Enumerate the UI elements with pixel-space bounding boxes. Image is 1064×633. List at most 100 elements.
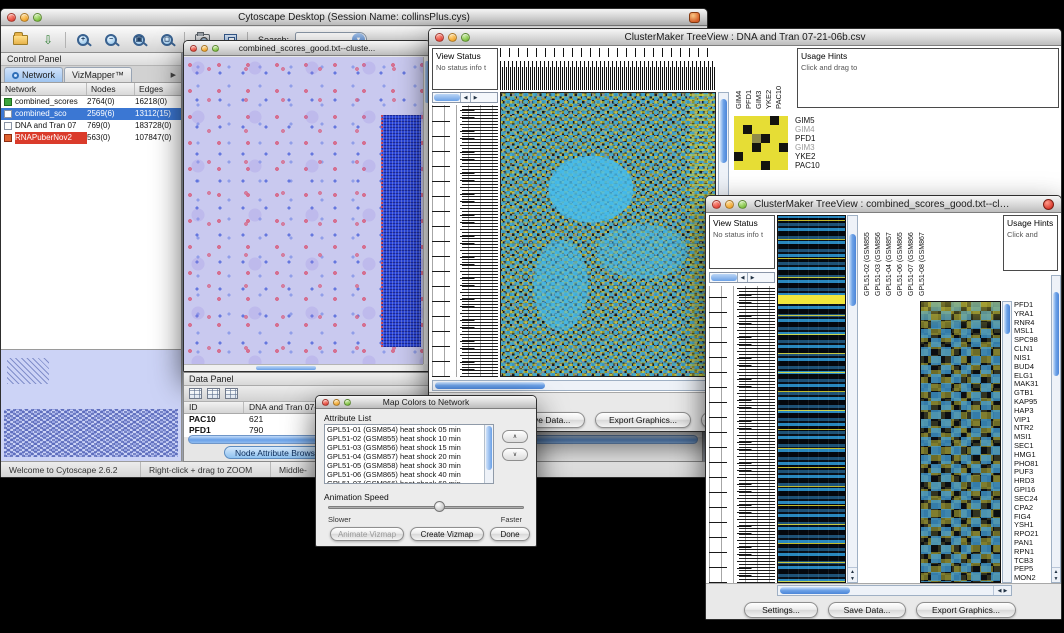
animation-speed-slider[interactable] xyxy=(328,500,524,514)
global-heatmap[interactable] xyxy=(777,215,846,583)
tab-network[interactable]: Network xyxy=(4,67,63,82)
minimize-button[interactable] xyxy=(333,399,340,406)
scroll-right-button[interactable]: ▶ xyxy=(470,93,480,102)
tab-overflow-button[interactable]: ▶ xyxy=(171,71,179,82)
scroll-right-button[interactable]: ▶ xyxy=(747,273,757,282)
gene-dendrogram[interactable] xyxy=(432,105,498,377)
outer-vscrollbar[interactable]: ▲▼ xyxy=(1051,275,1061,583)
scrollbar-thumb[interactable] xyxy=(256,366,316,370)
scrollbar-thumb[interactable] xyxy=(849,234,856,306)
scroll-left-icon[interactable]: ◀ xyxy=(998,588,1002,594)
zoom-selected-button[interactable]: ▣ xyxy=(128,30,150,50)
scrollbar-thumb[interactable] xyxy=(711,274,737,281)
minimize-button[interactable] xyxy=(725,200,734,209)
column-label: GIM3 xyxy=(754,91,764,109)
overview-nav-scrollbar[interactable]: ◀ ▶ xyxy=(709,272,775,283)
export-graphics-button[interactable]: Export Graphics... xyxy=(595,412,691,428)
maximize-button[interactable] xyxy=(33,13,42,22)
maximize-button[interactable] xyxy=(738,200,747,209)
heatmap-hscrollbar[interactable]: ◀▶ xyxy=(432,380,729,391)
export-graphics-button[interactable]: Export Graphics... xyxy=(916,602,1016,618)
minimize-button[interactable] xyxy=(448,33,457,42)
minimize-button[interactable] xyxy=(20,13,29,22)
attribute-item[interactable]: GPL51-05 (GSM858) heat shock 30 min xyxy=(325,461,484,470)
open-session-button[interactable] xyxy=(9,30,31,50)
scrollbar-thumb[interactable] xyxy=(435,382,545,389)
zoom-heatmap[interactable] xyxy=(920,301,1001,583)
done-button[interactable]: Done xyxy=(490,527,530,541)
scroll-down-icon[interactable]: ▼ xyxy=(1054,576,1059,582)
network-list-row[interactable]: combined_sco 2569(6) 13112(15) xyxy=(1,108,181,120)
dialog-title-bar[interactable]: Map Colors to Network xyxy=(316,396,536,409)
zoom-in-button[interactable]: + xyxy=(72,30,94,50)
canvas-hscrollbar[interactable] xyxy=(184,364,423,371)
network-view-title-bar[interactable]: combined_scores_good.txt--cluste... xyxy=(184,41,430,56)
delete-attribute-icon[interactable] xyxy=(225,388,238,399)
select-attributes-icon[interactable] xyxy=(189,388,202,399)
scrollbar-thumb[interactable] xyxy=(720,99,727,163)
scrollbar-thumb[interactable] xyxy=(486,426,492,470)
zoom-selected-icon: ▣ xyxy=(133,34,145,46)
scroll-left-button[interactable]: ◀ xyxy=(460,93,470,102)
scrollbar-thumb[interactable] xyxy=(434,94,460,101)
array-dendrogram[interactable] xyxy=(500,48,716,90)
zoom-vscrollbar[interactable] xyxy=(1002,301,1012,583)
toolbar-separator xyxy=(65,32,66,48)
create-vizmap-button[interactable]: Create Vizmap xyxy=(410,527,484,541)
maximize-button[interactable] xyxy=(461,33,470,42)
scrollbar-thumb[interactable] xyxy=(780,587,850,594)
network-canvas[interactable] xyxy=(184,57,423,364)
scroll-left-button[interactable]: ◀ xyxy=(737,273,747,282)
main-title-bar[interactable]: Cytoscape Desktop (Session Name: collins… xyxy=(1,9,707,26)
import-network-button[interactable]: ⇩ xyxy=(37,30,59,50)
dialog-title: Map Colors to Network xyxy=(346,397,506,407)
zoom-heatmap[interactable] xyxy=(734,116,788,170)
scrollbar-thumb[interactable] xyxy=(1053,292,1059,376)
close-button[interactable] xyxy=(190,45,197,52)
maximize-button[interactable] xyxy=(212,45,219,52)
attribute-item[interactable]: GPL51-07 (GSM866) heat shock 60 min xyxy=(325,479,484,483)
global-vscrollbar[interactable]: ▲▼ xyxy=(847,215,858,583)
network-table-header: Network Nodes Edges xyxy=(1,83,181,96)
create-attribute-icon[interactable] xyxy=(207,388,220,399)
zoom-hscrollbar[interactable]: ◀▶ xyxy=(777,585,1012,596)
close-button[interactable] xyxy=(322,399,329,406)
treeview-title-bar[interactable]: ClusterMaker TreeView : DNA and Tran 07-… xyxy=(429,29,1061,46)
attribute-item[interactable]: GPL51-04 (GSM857) heat shock 20 min xyxy=(325,452,484,461)
close-button[interactable] xyxy=(7,13,16,22)
zoom-out-button[interactable]: − xyxy=(100,30,122,50)
scroll-down-icon[interactable]: ▼ xyxy=(850,576,855,582)
attribute-item[interactable]: GPL51-03 (GSM856) heat shock 15 min xyxy=(325,443,484,452)
network-list-row[interactable]: DNA and Tran 07 769(0) 183728(0) xyxy=(1,120,181,132)
attribute-item[interactable]: GPL51-01 (GSM854) heat shock 05 min xyxy=(325,425,484,434)
move-down-button[interactable]: ∨ xyxy=(502,448,528,461)
zoom-column-labels: GIM5GIM4PFD1GIM3YKE2PAC10 xyxy=(732,48,794,110)
attribute-item[interactable]: GPL51-06 (GSM865) heat shock 40 min xyxy=(325,470,484,479)
treeview-title-bar[interactable]: ClusterMaker TreeView : combined_scores_… xyxy=(706,196,1061,213)
close-button[interactable] xyxy=(435,33,444,42)
zoom-fit-button[interactable]: ◻ xyxy=(156,30,178,50)
save-data-button[interactable]: Save Data... xyxy=(828,602,906,618)
global-heatmap[interactable] xyxy=(500,92,716,377)
network-list-row[interactable]: combined_scores 2764(0) 16218(0) xyxy=(1,96,181,108)
slider-track[interactable] xyxy=(328,506,524,509)
move-up-button[interactable]: ∧ xyxy=(502,430,528,443)
row-id: PAC10 xyxy=(184,414,244,425)
close-button[interactable] xyxy=(712,200,721,209)
network-list-row[interactable]: RNAPuberNov2 563(0) 107847(0) xyxy=(1,132,181,144)
scrollbar-thumb[interactable] xyxy=(1004,304,1010,334)
scroll-right-icon[interactable]: ▶ xyxy=(1004,588,1008,594)
settings-button[interactable]: Settings... xyxy=(744,602,818,618)
attribute-item[interactable]: GPL51-02 (GSM855) heat shock 10 min xyxy=(325,434,484,443)
minimize-button[interactable] xyxy=(201,45,208,52)
gene-label: PFD1 xyxy=(795,134,837,143)
network-overview-panel[interactable] xyxy=(1,349,181,461)
scroll-up-icon[interactable]: ▲ xyxy=(850,569,855,575)
scroll-up-icon[interactable]: ▲ xyxy=(1054,569,1059,575)
overview-nav-scrollbar[interactable]: ◀ ▶ xyxy=(432,92,498,103)
tab-vizmapper[interactable]: VizMapper™ xyxy=(64,67,132,82)
maximize-button[interactable] xyxy=(344,399,351,406)
slider-thumb[interactable] xyxy=(434,501,445,512)
gene-dendrogram[interactable] xyxy=(709,286,775,583)
list-scrollbar[interactable] xyxy=(484,425,493,483)
